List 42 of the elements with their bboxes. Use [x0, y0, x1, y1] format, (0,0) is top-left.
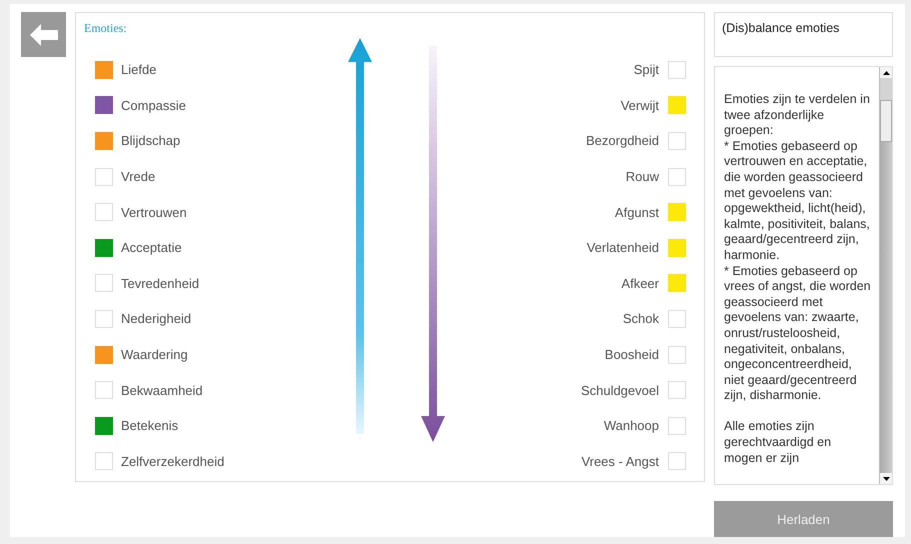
checkbox[interactable] [95, 60, 113, 79]
emotion-label: Bekwaamheid [121, 382, 203, 398]
checkbox[interactable] [95, 132, 113, 150]
emotion-label: Zelfverzekerdheid [121, 454, 224, 469]
back-button[interactable] [21, 12, 66, 57]
emotion-label: Nederigheid [121, 311, 192, 326]
emotion-label: Compassie [121, 98, 186, 113]
emotion-label: Betekenis [121, 418, 178, 434]
down-arrow-icon [421, 46, 445, 442]
emotion-label: Wanhoop [604, 418, 659, 434]
emotion-label: Liefde [121, 62, 156, 78]
checkbox[interactable] [95, 416, 113, 435]
emotion-label: Bezorgdheid [586, 133, 659, 148]
reload-button[interactable]: Herladen [714, 501, 893, 537]
emotion-label: Vrede [121, 169, 156, 184]
scroll-up-icon[interactable] [880, 67, 892, 78]
emotion-label: Tevredenheid [121, 276, 200, 291]
emotion-label: Acceptatie [121, 240, 182, 256]
emotion-label: Blijdschap [121, 133, 180, 148]
emotion-label: Spijt [634, 62, 659, 78]
checkbox[interactable] [95, 238, 113, 257]
checkbox[interactable] [95, 96, 113, 114]
emotion-label: Afkeer [621, 276, 659, 291]
back-arrow-icon [30, 24, 58, 46]
emotion-label: Schuldgevoel [580, 382, 659, 398]
scrollbar[interactable] [879, 67, 892, 484]
panel-title: Emoties: [84, 21, 128, 36]
info-title: (Dis)balance emoties [722, 21, 840, 35]
emotion-label: Verlatenheid [586, 240, 659, 256]
emotion-label: Schok [622, 311, 659, 326]
emotion-label: Vertrouwen [121, 204, 187, 220]
emotion-label: Boosheid [604, 347, 659, 362]
scroll-thumb[interactable] [880, 100, 892, 142]
emotion-label: Waardering [121, 347, 188, 362]
emotion-label: Rouw [626, 169, 659, 184]
up-arrow-icon [348, 38, 372, 434]
emotion-label: Afgunst [614, 204, 659, 220]
info-text: Emoties zijn te verdelen in twee afzonderlijke groepen: * Emoties gebaseerd op vertrouwen en acceptatie, die worden geassocieerd met gevoelens van: opgewektheid, licht(heid), kalmte, positiviteit, balans, geaard/gecentreerd zijn, harmonie. * Emoties gebaseerd op vrees of angst, die worden geassocieerd met gevoelens van: zwaarte, onrust/rusteloosheid, negativiteit, onbalans, ongeconcentreerdheid, niet geaard/gecentreerd zijn, disharmonie. Alle emoties zijn gerechtvaardigd en mogen er zijn [723, 91, 872, 467]
scroll-down-icon[interactable] [880, 473, 892, 484]
emotion-label: Vrees - Angst [581, 454, 659, 469]
emotion-label: Verwijt [620, 98, 659, 113]
checkbox[interactable] [95, 346, 113, 364]
